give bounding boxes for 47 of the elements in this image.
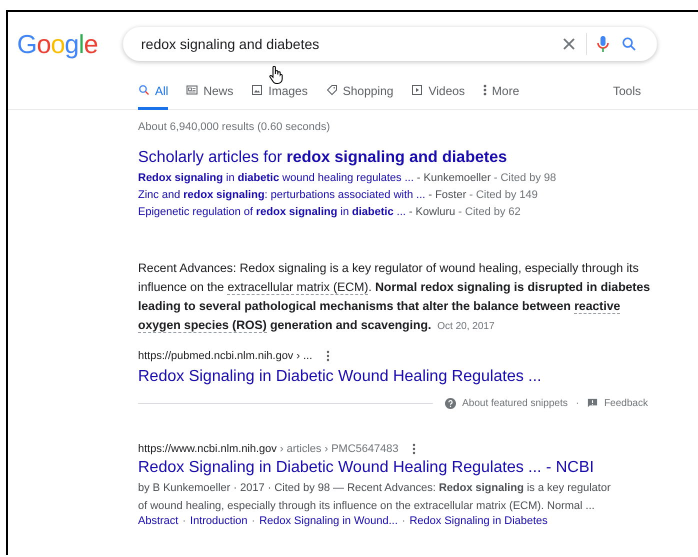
result-url: https://pubmed.ncbi.nlm.nih.gov › ... xyxy=(138,350,312,362)
tag-icon xyxy=(326,84,338,96)
citation-count: - Cited by 62 xyxy=(458,206,521,218)
separator-dot: · xyxy=(402,515,406,527)
sitelink[interactable]: Redox Signaling in Diabetes xyxy=(409,515,548,527)
result-stats: About 6,940,000 results (0.60 seconds) xyxy=(138,121,332,133)
article-author: - Kunkemoeller xyxy=(416,172,491,184)
sitelink[interactable]: Introduction xyxy=(190,515,248,527)
search-tab[interactable]: More xyxy=(482,84,520,110)
separator-dot: · xyxy=(182,515,186,527)
search-tab[interactable]: Images xyxy=(251,84,308,110)
search-tab[interactable]: News xyxy=(186,84,234,110)
scholarly-articles-link[interactable]: Scholarly articles for redox signaling and diabetes xyxy=(138,149,658,167)
result-url: https://www.ncbi.nlm.nih.gov › articles › PMC5647483 xyxy=(138,443,398,455)
search-field[interactable]: redox signaling and diabetes xyxy=(139,35,556,53)
more-icon xyxy=(482,84,487,96)
article-link[interactable]: Redox signaling in diabetic wound healing regulates ... xyxy=(138,172,414,184)
newspaper-icon xyxy=(186,84,198,96)
feedback-icon xyxy=(587,398,598,409)
help-icon xyxy=(445,398,456,409)
article-author: - Kowluru xyxy=(408,206,456,218)
sitelink[interactable]: Redox Signaling in Wound... xyxy=(259,515,398,527)
result-title-link[interactable]: Redox Signaling in Diabetic Wound Healing Regulates ... - NCBI xyxy=(138,459,658,477)
about-featured-snippets-link[interactable]: About featured snippets xyxy=(445,398,568,409)
separator-dot: · xyxy=(576,398,580,409)
feedback-link[interactable]: Feedback xyxy=(587,398,648,409)
result-title-link[interactable]: Redox Signaling in Diabetic Wound Healing Regulates ... xyxy=(138,368,658,386)
search-tab[interactable]: Shopping xyxy=(326,84,394,110)
search-icon xyxy=(138,84,150,96)
article-author: - Foster xyxy=(428,189,466,201)
search-tab[interactable]: All xyxy=(138,84,168,110)
featured-snippet-text: Recent Advances: Redox signaling is a key regulator of wound healing, especially through its influence on the extracellular matrix (ECM). Normal redox signaling is disrupted in diabetes leading to several pathological mechanisms that alter the balance between reactive oxygen species (ROS) generation and scavenging. Oct 20, 2017 xyxy=(138,260,652,335)
tools-button[interactable]: Tools xyxy=(612,84,641,98)
more-options-icon[interactable] xyxy=(326,350,330,362)
result-description: by B Kunkemoeller · 2017 · Cited by 98 — Recent Advances: Redox signaling is a key regulator of wound healing, especially through its influence on the extracellular matrix (ECM). Normal ... xyxy=(138,481,612,514)
more-options-icon[interactable] xyxy=(412,443,416,455)
google-logo[interactable]: Google xyxy=(17,28,123,60)
article-link[interactable]: Epigenetic regulation of redox signaling in diabetic ... xyxy=(138,206,406,218)
citation-count: - Cited by 98 xyxy=(494,172,556,184)
play-icon xyxy=(411,84,424,96)
sitelink[interactable]: Abstract xyxy=(138,515,178,527)
citation-count: - Cited by 149 xyxy=(469,189,538,201)
separator-dot: · xyxy=(252,515,256,527)
hand-cursor-icon xyxy=(269,66,283,84)
search-tab[interactable]: Videos xyxy=(411,84,465,110)
image-icon xyxy=(251,84,264,96)
article-link[interactable]: Zinc and redox signaling: perturbations associated with ... xyxy=(138,189,426,201)
